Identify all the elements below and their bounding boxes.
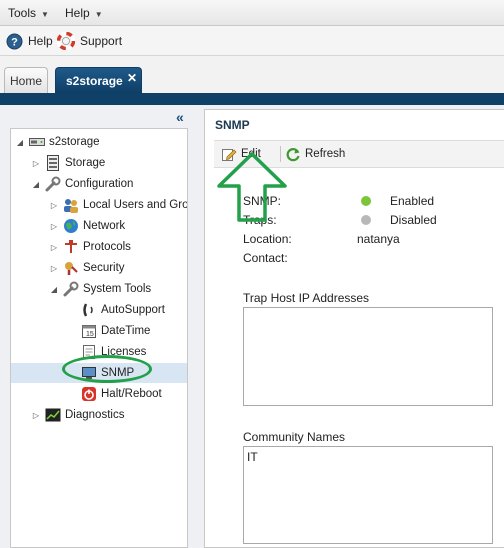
calendar-icon: 15 [81,323,97,339]
collapsed-arrow-icon[interactable]: ▷ [31,411,41,420]
page-title: SNMP [215,118,250,132]
support-button[interactable]: Support [57,32,122,50]
help-button[interactable]: ? Help [6,32,53,50]
tree-node-system-tools[interactable]: ◢ System Tools [49,279,151,299]
tree-label: System Tools [83,283,152,295]
location-label: Location: [243,232,292,246]
tree-label: Configuration [65,178,134,190]
lifebuoy-icon [57,32,75,50]
traps-status-value: Disabled [390,213,437,227]
autosupport-icon [81,302,97,318]
support-label: Support [80,34,123,48]
menu-help-label: Help [65,6,90,20]
tab-s2storage-label: s2storage [66,73,123,88]
navigation-tree: ◢ s2storage ▷ Storage ◢ Configuration ▷ … [10,128,188,548]
trap-hosts-label: Trap Host IP Addresses [243,291,370,305]
expanded-arrow-icon[interactable]: ◢ [15,138,25,147]
globe-icon [63,218,79,234]
annotation-arrow-icon [217,152,287,222]
status-disabled-icon [361,215,371,225]
protocols-icon [63,239,79,255]
tab-home[interactable]: Home [4,67,48,93]
tree-node-s2storage[interactable]: ◢ s2storage [15,132,100,152]
tab-strip: Home s2storage ✕ [0,56,504,93]
chart-icon [45,407,61,423]
collapsed-arrow-icon[interactable]: ▷ [31,159,41,168]
tree-label: Network [83,220,126,232]
collapsed-arrow-icon[interactable]: ▷ [49,201,59,210]
collapsed-arrow-icon[interactable]: ▷ [49,243,59,252]
tree-node-protocols[interactable]: ▷ Protocols [49,237,131,257]
tree-node-network[interactable]: ▷ Network [49,216,125,236]
menu-help[interactable]: Help ▼ [65,6,103,20]
expanded-arrow-icon[interactable]: ◢ [31,180,41,189]
annotation-circle [62,355,152,383]
tree-label: Diagnostics [65,409,125,421]
menu-bar: Tools ▼ Help ▼ [0,0,504,26]
wrench-icon [45,176,61,192]
tree-node-autosupport[interactable]: AutoSupport [81,300,165,320]
svg-text:?: ? [11,36,18,48]
tree-node-diagnostics[interactable]: ▷ Diagnostics [31,405,124,425]
collapse-panel-icon[interactable]: « [176,109,184,125]
chevron-down-icon: ▼ [94,10,103,19]
server-icon [29,134,45,150]
contact-label: Contact: [243,251,288,265]
tree-label: DateTime [101,325,151,337]
tree-label: Storage [65,157,106,169]
tab-underline-band [0,93,504,105]
tree-label: s2storage [49,136,100,148]
collapsed-arrow-icon[interactable]: ▷ [49,222,59,231]
tab-s2storage[interactable]: s2storage ✕ [55,67,142,93]
menu-tools[interactable]: Tools ▼ [8,6,49,20]
trap-hosts-list[interactable] [243,307,493,406]
tree-label: Security [83,262,125,274]
community-names-list[interactable]: IT [243,446,493,544]
snmp-status-value: Enabled [390,194,435,208]
community-name-item[interactable]: IT [247,450,258,464]
tree-node-datetime[interactable]: 15 DateTime [81,321,150,341]
refresh-button[interactable]: Refresh [285,146,345,162]
main-toolbar: ? Help Support [0,26,504,56]
tree-label: AutoSupport [101,304,165,316]
help-icon: ? [6,33,23,49]
power-icon [81,386,97,402]
wrench-icon [63,281,79,297]
close-icon[interactable]: ✕ [127,71,137,85]
navigation-panel: « ◢ s2storage ▷ Storage ◢ Configuration … [0,105,198,548]
location-value: natanya [357,232,400,246]
svg-text:15: 15 [86,331,94,338]
security-icon [63,260,79,276]
users-icon [63,197,79,213]
tree-label: Protocols [83,241,131,253]
chevron-down-icon: ▼ [41,10,49,19]
community-names-label: Community Names [243,430,346,444]
refresh-label: Refresh [305,148,346,160]
tree-node-security[interactable]: ▷ Security [49,258,125,278]
storage-icon [45,155,61,171]
tree-node-storage[interactable]: ▷ Storage [31,153,105,173]
status-enabled-icon [361,196,371,206]
tree-node-configuration[interactable]: ◢ Configuration [31,174,133,194]
tab-home-label: Home [9,73,42,88]
help-label: Help [28,34,53,48]
expanded-arrow-icon[interactable]: ◢ [49,285,59,294]
menu-tools-label: Tools [8,6,37,20]
tree-label: Halt/Reboot [101,388,162,400]
tree-node-local-users[interactable]: ▷ Local Users and Groups [49,195,188,215]
tree-node-halt-reboot[interactable]: Halt/Reboot [81,384,162,404]
collapsed-arrow-icon[interactable]: ▷ [49,264,59,273]
tree-label: Local Users and Groups [83,199,188,211]
